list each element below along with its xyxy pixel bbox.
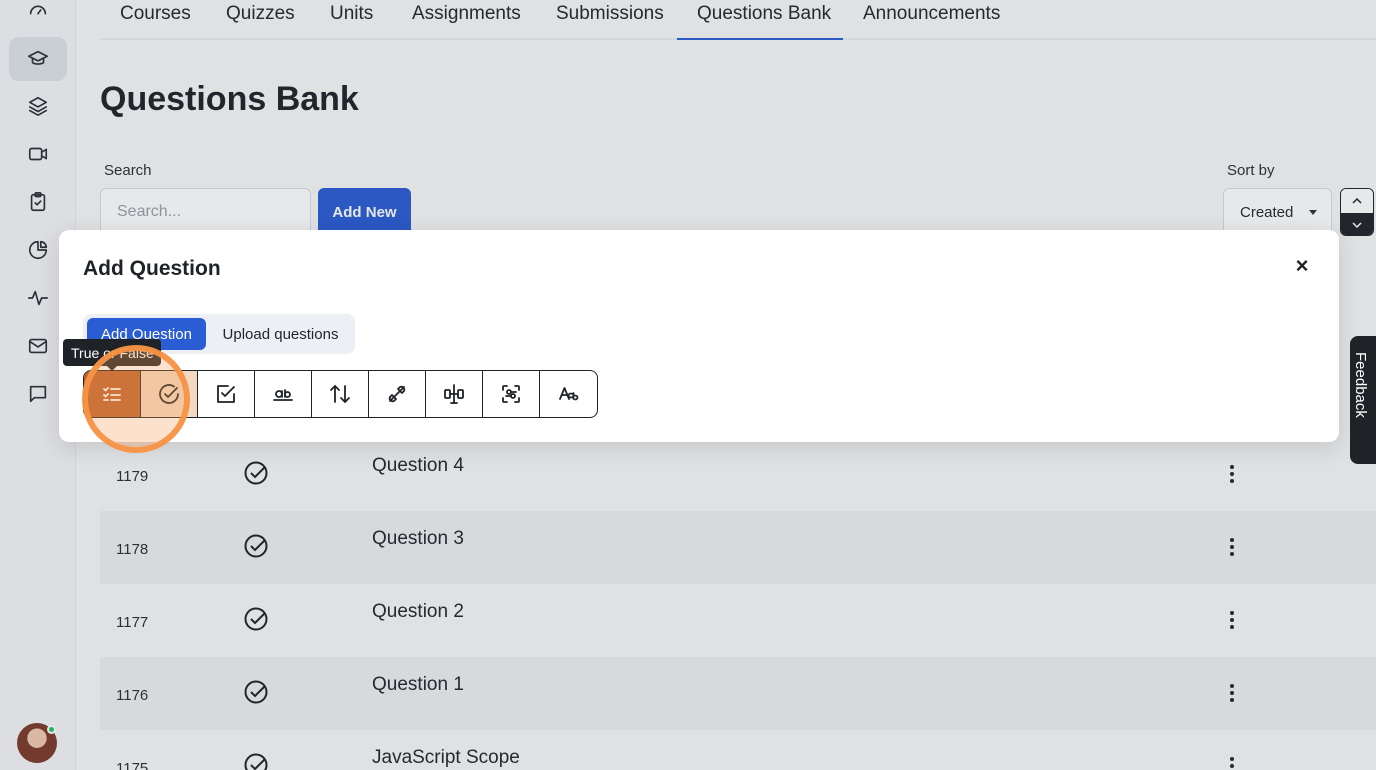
text-answer-icon [558, 387, 578, 401]
question-type-true-false[interactable] [141, 371, 198, 417]
multiple-choice-icon [217, 385, 235, 403]
close-icon[interactable]: × [1291, 255, 1313, 278]
tooltip: True or False [63, 339, 161, 366]
feedback-tab[interactable]: Feedback [1350, 336, 1376, 464]
question-type-text-answer[interactable] [540, 371, 597, 417]
question-type-multiple-choice[interactable] [198, 371, 255, 417]
keywords-icon [502, 385, 520, 403]
image-matching-icon [444, 384, 464, 404]
question-type-matching[interactable] [369, 371, 426, 417]
question-type-keywords[interactable] [483, 371, 540, 417]
question-type-fill-in-blank[interactable] [255, 371, 312, 417]
fill-in-blank-icon [273, 389, 293, 401]
modal-title: Add Question [83, 257, 221, 280]
true-false-icon [159, 384, 179, 404]
question-type-toolbar [83, 370, 598, 418]
tooltip-arrow [107, 366, 117, 371]
matching-icon [388, 385, 406, 403]
question-type-single-choice[interactable] [84, 371, 141, 417]
question-type-sorting[interactable] [312, 371, 369, 417]
question-type-image-matching[interactable] [426, 371, 483, 417]
sorting-icon [330, 385, 350, 403]
add-question-modal: Add Question × Add Question Upload quest… [59, 230, 1339, 442]
single-choice-icon [103, 387, 121, 401]
feedback-label: Feedback [1352, 352, 1369, 418]
upload-questions-tab[interactable]: Upload questions [210, 318, 351, 350]
